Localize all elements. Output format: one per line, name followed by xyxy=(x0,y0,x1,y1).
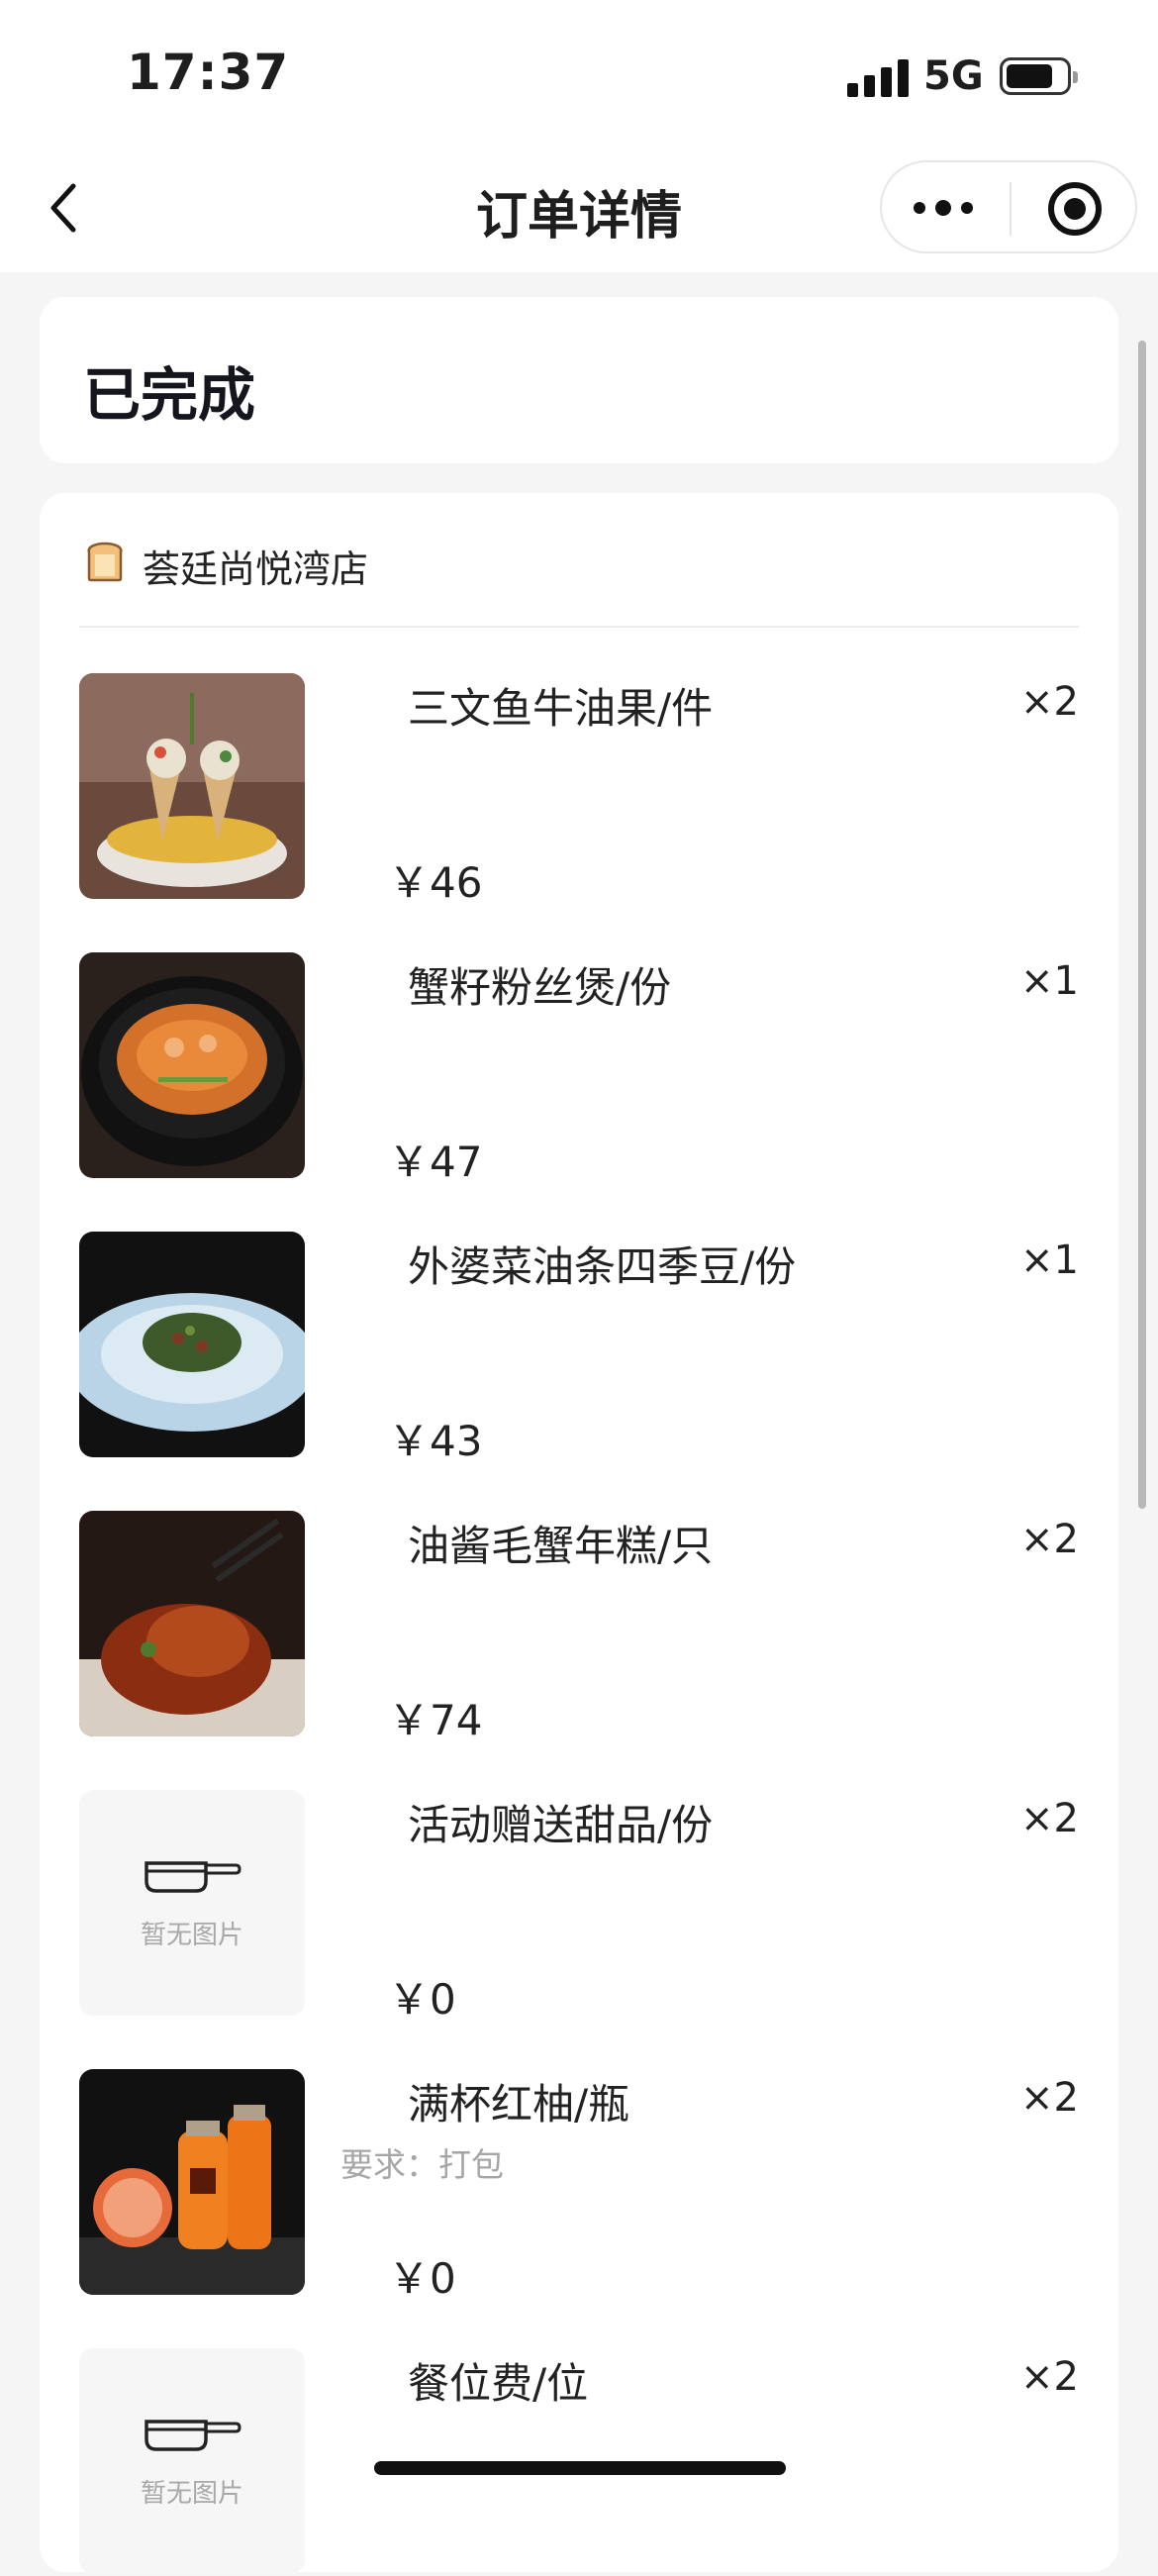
order-status: 已完成 xyxy=(83,361,256,429)
order-item[interactable]: 蟹籽粉丝煲/份 ×1 ￥47 xyxy=(79,952,1079,1186)
item-name: 满杯红柚/瓶 xyxy=(408,2080,630,2129)
item-image-placeholder: 暂无图片 xyxy=(79,1790,305,2016)
item-image xyxy=(79,1232,305,1457)
order-item[interactable]: 暂无图片 活动赠送甜品/份 ×2 ￥0 xyxy=(79,1790,1079,2024)
item-quantity: ×2 xyxy=(1020,1517,1079,1562)
item-name: 餐位费/位 xyxy=(408,2359,589,2408)
close-button[interactable] xyxy=(1048,182,1102,236)
item-price: ￥0 xyxy=(388,1975,456,2024)
item-image-placeholder: 暂无图片 xyxy=(79,2348,305,2574)
signal-icon xyxy=(847,59,909,97)
item-price: ￥43 xyxy=(388,1417,483,1465)
item-quantity: ×1 xyxy=(1020,958,1079,1004)
item-note: 要求：打包 xyxy=(340,2145,504,2184)
divider xyxy=(79,626,1079,628)
store-name: 荟廷尚悦湾店 xyxy=(143,547,369,591)
item-quantity: ×2 xyxy=(1020,679,1079,725)
status-time: 17:37 xyxy=(127,44,290,101)
bread-icon xyxy=(87,542,123,582)
order-item[interactable]: 满杯红柚/瓶 ×2 要求：打包 ￥0 xyxy=(79,2069,1079,2303)
item-image xyxy=(79,952,305,1178)
capsule-divider xyxy=(1010,182,1012,236)
item-price: ￥47 xyxy=(388,1138,483,1186)
order-item[interactable]: 三文鱼牛油果/件 ×2 ￥46 xyxy=(79,673,1079,907)
status-bar: 17:37 5G xyxy=(0,0,1158,149)
item-name: 油酱毛蟹年糕/只 xyxy=(408,1522,714,1570)
battery-icon xyxy=(1000,57,1078,95)
item-image xyxy=(79,1511,305,1736)
item-quantity: ×2 xyxy=(1020,1796,1079,1841)
nav-bar: 订单详情 xyxy=(0,149,1158,272)
home-indicator[interactable] xyxy=(374,2461,786,2475)
cooking-pot-icon xyxy=(145,2420,241,2451)
item-quantity: ×2 xyxy=(1020,2354,1079,2400)
placeholder-text: 暂无图片 xyxy=(140,1921,243,1950)
item-price: ￥74 xyxy=(388,1696,483,1744)
order-item[interactable]: 外婆菜油条四季豆/份 ×1 ￥43 xyxy=(79,1232,1079,1465)
item-price: ￥46 xyxy=(388,858,483,907)
mini-program-capsule xyxy=(880,160,1137,253)
order-status-card: 已完成 xyxy=(40,297,1118,463)
cooking-pot-icon xyxy=(145,1861,241,1893)
item-quantity: ×2 xyxy=(1020,2075,1079,2121)
item-name: 三文鱼牛油果/件 xyxy=(408,684,714,733)
network-label: 5G xyxy=(923,53,984,99)
placeholder-text: 暂无图片 xyxy=(140,2479,243,2509)
item-image xyxy=(79,2069,305,2295)
item-name: 活动赠送甜品/份 xyxy=(408,1801,714,1849)
order-item[interactable]: 油酱毛蟹年糕/只 ×2 ￥74 xyxy=(79,1511,1079,1744)
target-circle-icon xyxy=(1064,198,1086,220)
item-quantity: ×1 xyxy=(1020,1238,1079,1283)
item-name: 蟹籽粉丝煲/份 xyxy=(408,963,672,1012)
scrollbar[interactable] xyxy=(1138,341,1146,1509)
item-image xyxy=(79,673,305,899)
item-price: ￥0 xyxy=(388,2254,456,2303)
order-items-card: 荟廷尚悦湾店 三文鱼牛油果/件 ×2 ￥46 蟹籽粉丝煲/份 ×1 ￥47 外婆… xyxy=(40,493,1118,2574)
more-button[interactable] xyxy=(912,186,981,230)
item-name: 外婆菜油条四季豆/份 xyxy=(408,1242,797,1291)
